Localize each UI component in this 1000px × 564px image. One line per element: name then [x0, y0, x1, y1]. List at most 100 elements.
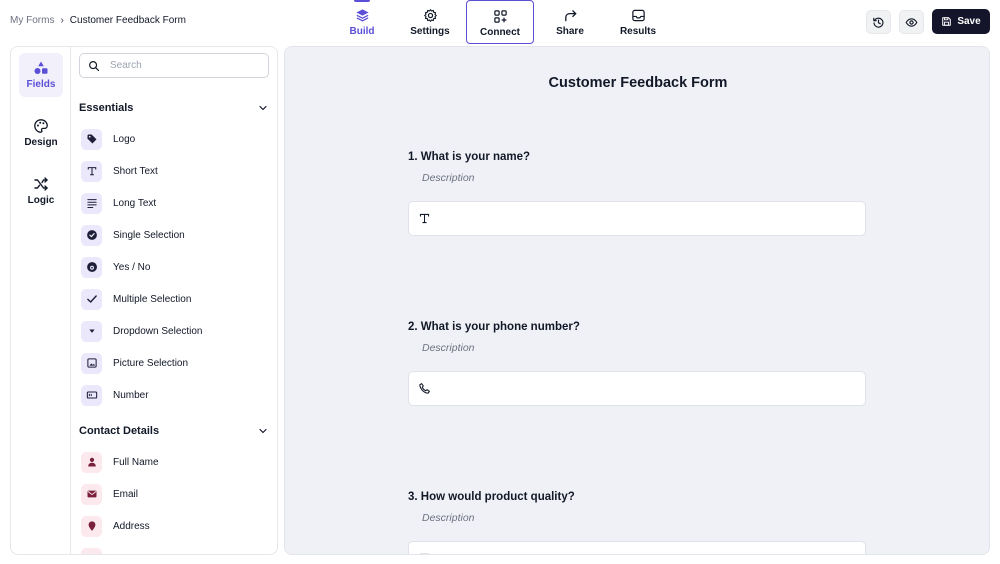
question-number: 2. [408, 321, 418, 333]
preview-button[interactable] [899, 10, 924, 34]
save-button[interactable]: Save [932, 9, 990, 34]
question-description[interactable]: Description [422, 342, 475, 354]
breadcrumb-separator: › [60, 15, 64, 26]
paragraph-icon [81, 192, 102, 214]
question-1[interactable]: 1. What is your name? [408, 151, 530, 163]
question-3[interactable]: 3. How would product quality? [408, 491, 575, 503]
tag-icon [81, 128, 102, 150]
tab-build-label: Build [349, 26, 375, 37]
inbox-icon [631, 9, 645, 22]
check-circle-icon [81, 224, 102, 246]
field-item-number[interactable]: Number [81, 384, 271, 406]
field-item-multiple-selection[interactable]: Multiple Selection [81, 288, 271, 310]
tab-share-label: Share [556, 26, 584, 37]
tab-settings-label: Settings [410, 26, 450, 37]
shuffle-icon [34, 177, 48, 191]
eye-icon [905, 17, 918, 27]
rail-item-design-label: Design [24, 137, 58, 148]
partial-icon [81, 547, 102, 554]
field-item-dropdown-selection[interactable]: Dropdown Selection [81, 320, 271, 342]
field-item-label: Short Text [113, 165, 158, 177]
palette-icon [34, 119, 48, 133]
field-item-label: Dropdown Selection [113, 325, 203, 337]
apps-add-icon [493, 10, 507, 23]
rail-item-fields[interactable]: Fields [19, 53, 63, 97]
tab-build[interactable]: Build [328, 0, 396, 44]
question-description[interactable]: Description [422, 172, 475, 184]
top-bar: My Forms › Customer Feedback Form Build … [0, 0, 1000, 44]
check-icon [81, 288, 102, 310]
field-item-label: Yes / No [113, 261, 151, 273]
field-item-single-selection[interactable]: Single Selection [81, 224, 271, 246]
question-number: 3. [408, 491, 418, 503]
rail-item-fields-label: Fields [26, 79, 56, 90]
chevron-down-icon [259, 428, 267, 434]
question-text: What is your name? [420, 151, 531, 163]
text-t-icon [419, 213, 430, 224]
tab-connect[interactable]: Connect [466, 0, 534, 44]
nav-tabs: Build Settings Connect Share Results [328, 0, 672, 44]
envelope-icon [81, 483, 102, 505]
question-number: 1. [408, 151, 418, 163]
share-arrow-icon [564, 10, 576, 22]
section-essentials[interactable]: Essentials [79, 100, 269, 116]
rail-item-design[interactable]: Design [19, 111, 63, 155]
person-icon [81, 451, 102, 473]
gear-icon [423, 9, 437, 22]
form-canvas: Customer Feedback Form 1. What is your n… [284, 46, 990, 555]
shapes-icon [34, 61, 48, 74]
field-item-label: Logo [113, 133, 136, 145]
field-item-picture-selection[interactable]: Picture Selection [81, 352, 271, 374]
rail-item-logic-label: Logic [27, 195, 55, 206]
section-essentials-title: Essentials [79, 102, 134, 114]
tab-share[interactable]: Share [536, 0, 604, 44]
form-title[interactable]: Customer Feedback Form [285, 75, 989, 91]
field-item-label: Full Name [113, 456, 159, 468]
field-item-short-text[interactable]: Short Text [81, 160, 271, 182]
tab-results-label: Results [619, 26, 657, 37]
yes-no-icon [81, 256, 102, 278]
chevron-down-icon [259, 105, 267, 111]
breadcrumb-my-forms[interactable]: My Forms [10, 15, 54, 26]
section-contact-details-title: Contact Details [79, 425, 160, 437]
field-item-label: Number [113, 389, 149, 401]
answer-field-3[interactable] [408, 541, 866, 554]
field-item-address[interactable]: Address [81, 515, 271, 537]
question-2[interactable]: 2. What is your phone number? [408, 321, 580, 333]
field-item-label: Single Selection [113, 229, 185, 241]
history-button[interactable] [866, 10, 891, 34]
question-text: What is your phone number? [420, 321, 580, 333]
breadcrumb: My Forms › Customer Feedback Form [10, 15, 186, 26]
field-item-logo[interactable]: Logo [81, 128, 271, 150]
field-item-label: Address [113, 520, 150, 532]
breadcrumb-current: Customer Feedback Form [69, 15, 186, 26]
field-item-email[interactable]: Email [81, 483, 271, 505]
rail-item-logic[interactable]: Logic [19, 169, 63, 213]
layers-icon [355, 9, 369, 22]
phone-icon [419, 383, 430, 394]
tab-connect-label: Connect [480, 27, 520, 38]
map-pin-icon [81, 515, 102, 537]
field-item-long-text[interactable]: Long Text [81, 192, 271, 214]
tab-results[interactable]: Results [604, 0, 672, 44]
field-item-label: Multiple Selection [113, 293, 192, 305]
floppy-icon [942, 17, 952, 26]
field-item-label: Long Text [113, 197, 157, 209]
answer-field-2[interactable] [408, 371, 866, 406]
left-panel: Fields Design Logic Essentials Logo Shor… [10, 46, 278, 555]
save-label: Save [957, 16, 981, 27]
field-item-full-name[interactable]: Full Name [81, 451, 271, 473]
question-description[interactable]: Description [422, 512, 475, 524]
history-icon [873, 17, 884, 28]
field-item-label: Picture Selection [113, 357, 189, 369]
side-rail: Fields Design Logic [11, 47, 71, 554]
number-icon [81, 384, 102, 406]
question-text: How would product quality? [420, 491, 575, 503]
field-item-yes-no[interactable]: Yes / No [81, 256, 271, 278]
text-t-icon [420, 553, 430, 554]
search-input[interactable] [110, 60, 250, 71]
tab-settings[interactable]: Settings [396, 0, 464, 44]
answer-field-1[interactable] [408, 201, 866, 236]
search-icon [89, 60, 100, 71]
section-contact-details[interactable]: Contact Details [79, 423, 269, 439]
